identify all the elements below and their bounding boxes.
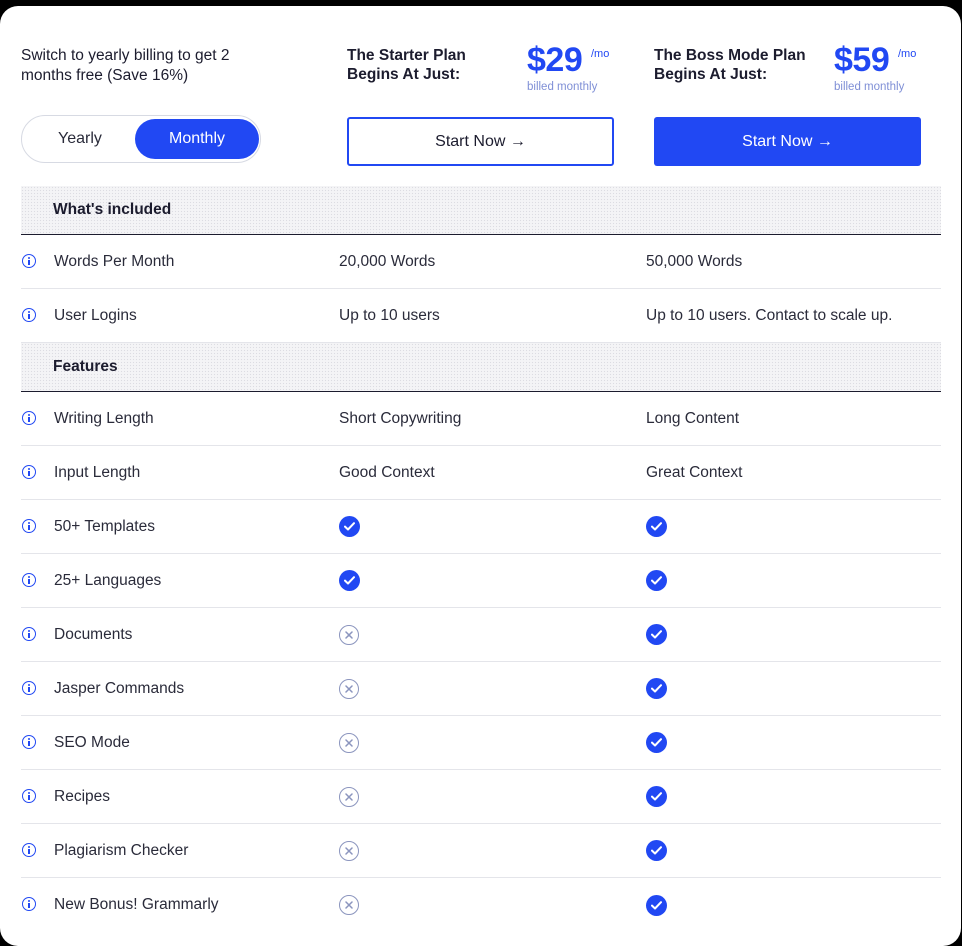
boss-included [646,716,667,769]
table-row: Input Length Good Context Great Context [21,446,941,500]
check-circle-icon [646,840,667,861]
info-icon[interactable] [22,465,36,479]
info-icon[interactable] [22,843,36,857]
feature-label: Words Per Month [54,252,175,270]
boss-included [646,770,667,823]
boss-billing-note: billed monthly [834,81,905,93]
x-circle-icon [339,732,359,753]
starter-not-included [339,770,359,823]
info-icon[interactable] [22,411,36,425]
feature-label: New Bonus! Grammarly [54,896,219,913]
check-circle-icon [646,678,667,699]
info-icon[interactable] [22,254,36,268]
section-header: Features [21,343,941,392]
info-icon[interactable] [22,735,36,749]
starter-start-now-button[interactable]: Start Now → [347,117,614,166]
billing-option-monthly[interactable]: Monthly [135,119,259,159]
starter-value: Short Copywriting [339,409,462,427]
x-circle-icon [339,895,359,915]
starter-included [339,554,360,607]
boss-plan-price: $59 /mo billed monthly [834,40,916,93]
starter-not-included [339,716,359,769]
boss-value: 50,000 Words [646,252,743,270]
feature-label: User Logins [54,306,137,324]
pricing-card: Switch to yearly billing to get 2 months… [0,6,961,946]
boss-plan-title: The Boss Mode Plan Begins At Just: [654,47,806,83]
table-row: User Logins Up to 10 users Up to 10 users.… [21,289,941,343]
table-row: Documents [21,608,941,662]
starter-not-included [339,662,359,715]
feature-label: 25+ Languages [54,571,162,589]
starter-value: Up to 10 users [339,306,440,324]
pricing-header: Switch to yearly billing to get 2 months… [0,6,961,186]
check-circle-icon [646,516,667,537]
starter-value: Good Context [339,463,435,481]
boss-value: Long Content [646,409,740,427]
check-circle-icon [646,624,667,645]
info-icon[interactable] [22,897,36,911]
feature-label: Input Length [54,463,141,481]
boss-included [646,500,667,553]
starter-price-amount: $29 [527,41,583,79]
yearly-promo-text: Switch to yearly billing to get 2 months… [21,47,230,84]
table-row: Plagiarism Checker [21,824,941,878]
table-row: New Bonus! Grammarly [21,878,941,932]
table-row: Jasper Commands [21,662,941,716]
starter-billing-note: billed monthly [527,81,598,93]
x-circle-icon [339,678,359,699]
table-row: Words Per Month 20,000 Words 50,000 Words [21,235,941,289]
check-circle-icon [646,894,667,916]
boss-price-period: /mo [898,48,917,60]
boss-price-amount: $59 [834,41,890,79]
info-icon[interactable] [22,789,36,803]
billing-toggle[interactable]: Yearly Monthly [21,115,261,163]
boss-included [646,554,667,607]
billing-option-yearly[interactable]: Yearly [25,119,135,159]
boss-value: Great Context [646,463,743,481]
starter-plan-title: The Starter Plan Begins At Just: [347,47,466,83]
check-circle-icon [646,786,667,807]
comparison-table: What's included Words Per Month 20,000 Wor… [21,186,941,932]
table-row: Recipes [21,770,941,824]
table-row: 50+ Templates [21,500,941,554]
section-header: What's included [21,186,941,235]
boss-included [646,878,667,932]
x-circle-icon [339,624,359,645]
feature-label: Jasper Commands [54,679,185,697]
starter-plan-price: $29 /mo billed monthly [527,40,609,93]
x-circle-icon [339,786,359,807]
check-circle-icon [646,570,667,591]
check-circle-icon [339,570,360,591]
boss-included [646,662,667,715]
starter-value: 20,000 Words [339,252,436,270]
table-row: Writing Length Short Copywriting Long Cont… [21,392,941,446]
starter-not-included [339,878,359,932]
feature-label: SEO Mode [54,733,130,751]
feature-label: Writing Length [54,409,154,427]
boss-included [646,608,667,661]
info-icon[interactable] [22,627,36,641]
table-row: SEO Mode [21,716,941,770]
check-circle-icon [339,516,360,537]
boss-included [646,824,667,877]
starter-included [339,500,360,553]
boss-start-now-button[interactable]: Start Now → [654,117,921,166]
starter-not-included [339,608,359,661]
boss-value: Up to 10 users. Contact to scale up. [646,306,893,324]
starter-not-included [339,824,359,877]
feature-label: Plagiarism Checker [54,841,189,859]
feature-label: Recipes [54,787,110,805]
feature-label: 50+ Templates [54,517,155,535]
info-icon[interactable] [22,519,36,533]
check-circle-icon [646,732,667,753]
info-icon[interactable] [22,308,36,322]
info-icon[interactable] [22,681,36,695]
table-row: 25+ Languages [21,554,941,608]
feature-label: Documents [54,625,133,643]
x-circle-icon [339,840,359,861]
info-icon[interactable] [22,573,36,587]
starter-price-period: /mo [591,48,610,60]
